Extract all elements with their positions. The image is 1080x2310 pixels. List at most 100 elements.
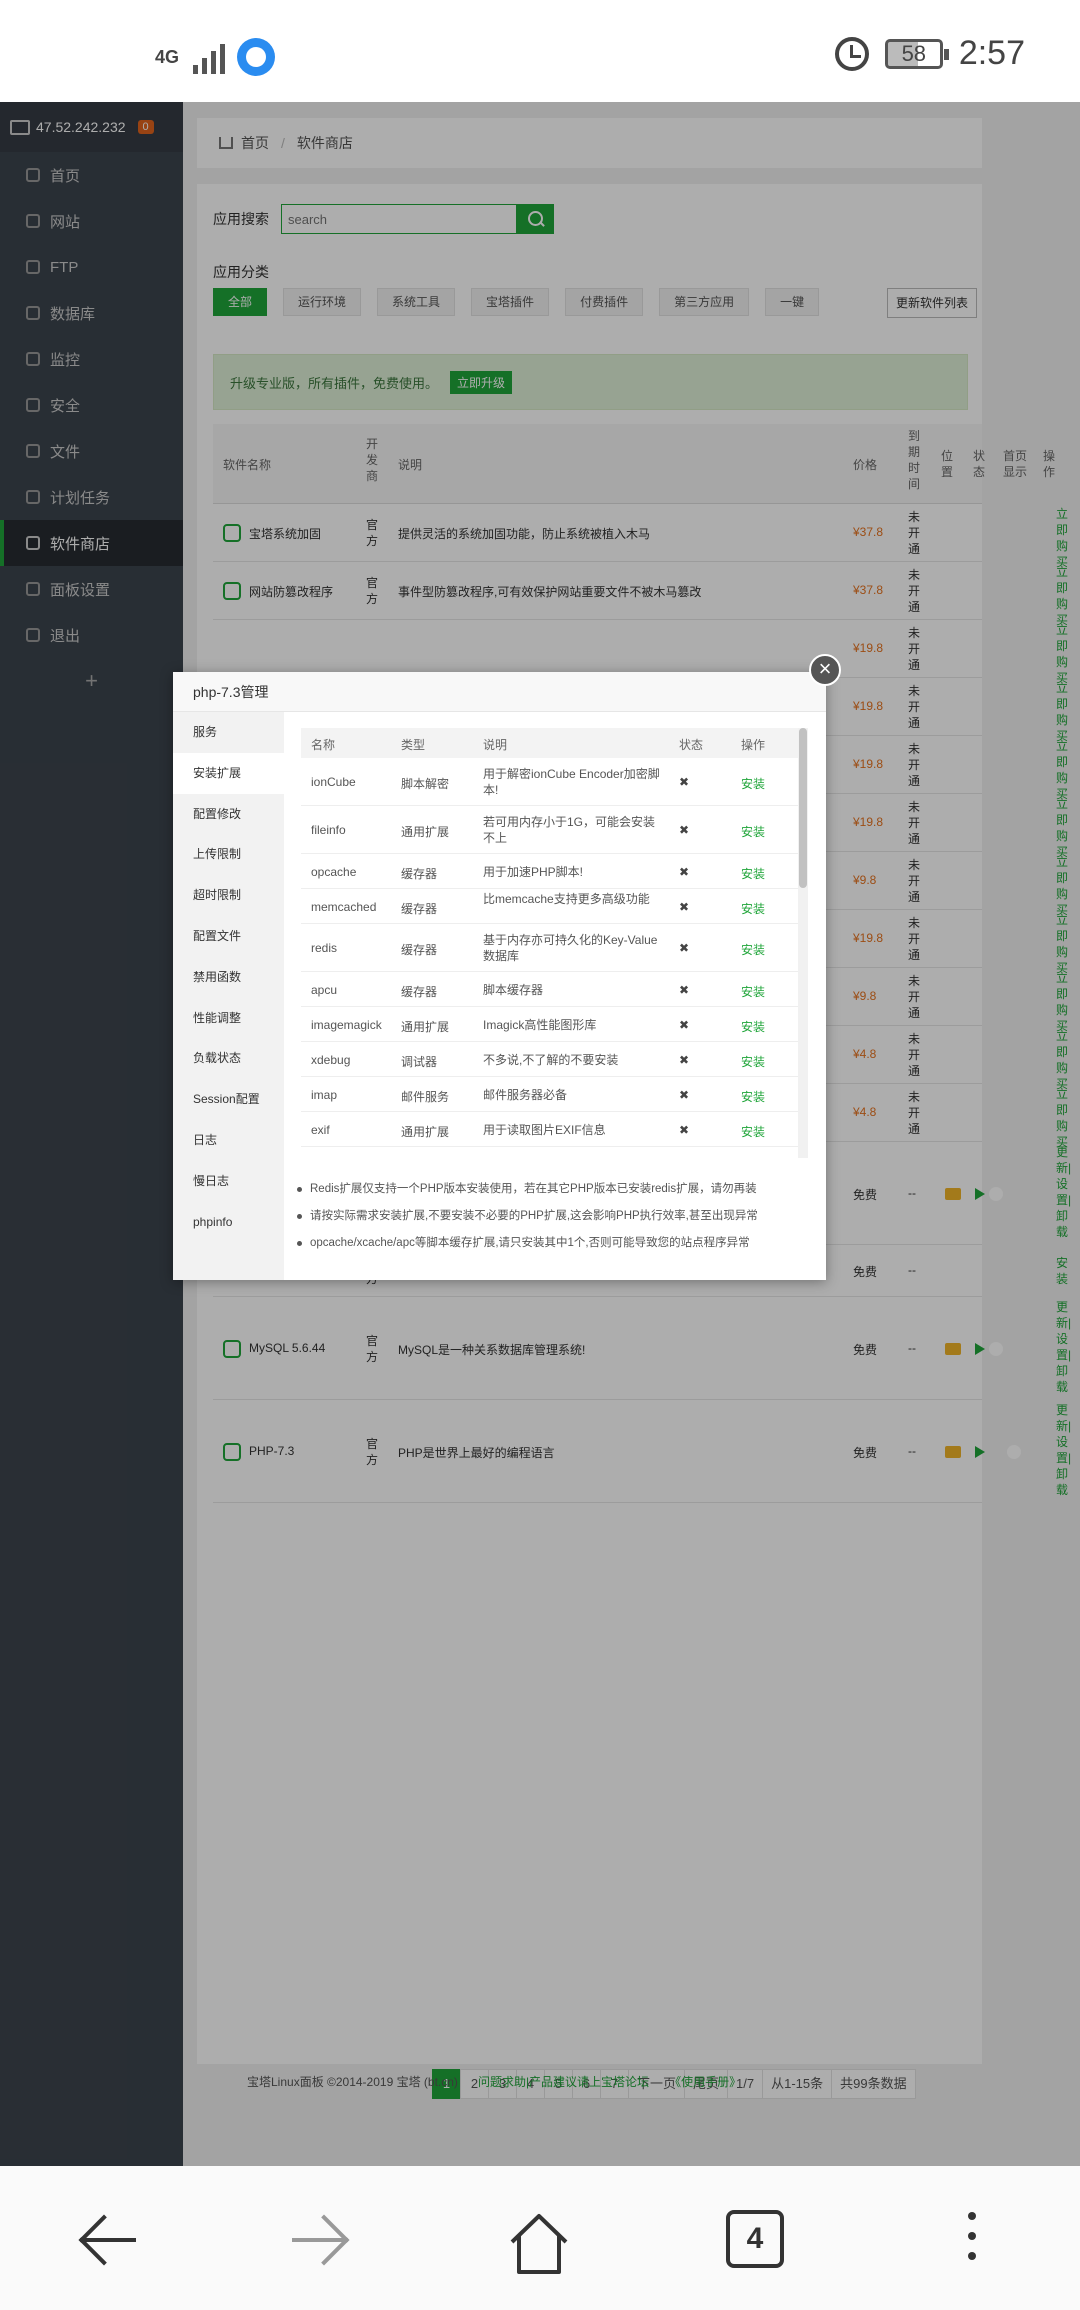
status-x-icon: ✖ [679, 1017, 690, 1032]
extension-description: 用于加速PHP脚本! [483, 864, 584, 879]
ext-header-name: 名称 [311, 738, 336, 752]
status-x-icon: ✖ [679, 775, 690, 789]
install-button[interactable]: 安装 [741, 941, 765, 958]
dialog-nav-item[interactable]: 禁用函数 [173, 957, 284, 998]
status-x-icon: ✖ [679, 823, 690, 837]
dialog-nav-item[interactable]: 配置修改 [173, 794, 284, 835]
install-button[interactable]: 安装 [741, 983, 765, 1000]
extension-description: 邮件服务器必备 [483, 1087, 568, 1102]
extension-type: 通用扩展 [401, 825, 450, 839]
extension-description: 比memcache支持更多高级功能 [483, 891, 650, 906]
install-button[interactable]: 安装 [741, 1053, 765, 1070]
install-button[interactable]: 安装 [741, 823, 765, 840]
ext-header-action: 操作 [741, 738, 766, 752]
extension-type: 缓存器 [401, 943, 438, 957]
extension-type: 通用扩展 [401, 1124, 450, 1139]
dialog-nav: 服务 安装扩展 配置修改 上传限制 超时限制 配置文件 禁用函数 性能调整 负载状态 Sessio… [173, 712, 284, 1280]
back-arrow-icon[interactable] [76, 2210, 136, 2270]
install-button[interactable]: 安装 [741, 1088, 765, 1105]
dialog-scrollbar[interactable] [798, 728, 808, 1158]
extension-row: fileinfo 通用扩展 若可用内存小于1G，可能会安装不上 ✖ 安装 [301, 806, 798, 854]
extension-type: 调试器 [401, 1054, 438, 1069]
dialog-nav-item[interactable]: 配置文件 [173, 916, 284, 957]
clock: 2:57 [958, 34, 1025, 72]
extension-table: 名称 类型 说明 状态 操作 ionCube 脚本解密 用于解密ionCube En… [301, 728, 798, 1147]
extension-name: apcu [311, 982, 338, 997]
note-item: 请按实际需求安装扩展,不要安装不必要的PHP扩展,这会影响PHP执行效率,甚至出… [297, 1203, 807, 1230]
extension-type: 缓存器 [401, 984, 438, 999]
ext-header-type: 类型 [401, 738, 426, 752]
dialog-nav-item[interactable]: 超时限制 [173, 875, 284, 916]
install-button[interactable]: 安装 [741, 865, 765, 882]
qq-browser-icon [237, 38, 275, 76]
extension-row: xdebug 调试器 不多说,不了解的不要安装 ✖ 安装 [301, 1042, 798, 1077]
dialog-nav-item[interactable]: phpinfo [173, 1202, 284, 1243]
extension-row: ionCube 脚本解密 用于解密ionCube Encoder加密脚本! ✖ 安装 [301, 758, 798, 806]
ext-header-desc: 说明 [483, 738, 508, 752]
status-x-icon: ✖ [679, 864, 690, 879]
status-x-icon: ✖ [679, 1087, 690, 1102]
extension-row: redis 缓存器 基于内存亦可持久化的Key-Value数据库 ✖ 安装 [301, 924, 798, 972]
extension-name: imap [311, 1087, 338, 1102]
home-icon[interactable] [506, 2210, 568, 2274]
tab-count: 4 [726, 2210, 784, 2268]
extension-type: 脚本解密 [401, 777, 450, 791]
extension-row: imagemagick 通用扩展 Imagick高性能图形库 ✖ 安装 [301, 1007, 798, 1042]
extension-notes: Redis扩展仅支持一个PHP版本安装使用，若在其它PHP版本已安装redis扩… [297, 1176, 807, 1257]
extension-name: fileinfo [311, 823, 346, 837]
dialog-nav-item[interactable]: 上传限制 [173, 834, 284, 875]
note-item: opcache/xcache/apc等脚本缓存扩展,请只安装其中1个,否则可能导… [297, 1230, 807, 1257]
extension-name: exif [311, 1122, 330, 1137]
extension-row: opcache 缓存器 用于加速PHP脚本! ✖ 安装 [301, 854, 798, 889]
dialog-nav-item[interactable]: 性能调整 [173, 998, 284, 1039]
extension-row: memcached 缓存器 比memcache支持更多高级功能 ✖ 安装 [301, 889, 798, 924]
status-x-icon: ✖ [679, 899, 690, 914]
extension-type: 通用扩展 [401, 1019, 450, 1034]
dialog-nav-item[interactable]: 慢日志 [173, 1161, 284, 1202]
extension-type: 缓存器 [401, 901, 438, 916]
note-item: Redis扩展仅支持一个PHP版本安装使用，若在其它PHP版本已安装redis扩… [297, 1176, 807, 1203]
install-button[interactable]: 安装 [741, 1123, 765, 1140]
extension-name: redis [311, 941, 338, 955]
extension-row: imap 邮件服务 邮件服务器必备 ✖ 安装 [301, 1077, 798, 1112]
extension-description: 用于读取图片EXIF信息 [483, 1122, 606, 1137]
battery-icon: 58 [884, 38, 949, 69]
status-x-icon: ✖ [679, 1052, 690, 1067]
extension-row: exif 通用扩展 用于读取图片EXIF信息 ✖ 安装 [301, 1112, 798, 1147]
network-type: 4G [155, 47, 180, 67]
php-manage-dialog: php-7.3管理 × 服务 安装扩展 配置修改 上传限制 超时限制 配置文件 禁用函数 性能… [173, 654, 841, 1280]
extension-name: xdebug [311, 1052, 351, 1067]
ext-header-status: 状态 [679, 738, 704, 752]
tabs-button[interactable]: 4 [726, 2210, 786, 2270]
extension-description: 若可用内存小于1G，可能会安装不上 [483, 815, 656, 845]
install-button[interactable]: 安装 [741, 1018, 765, 1035]
forward-arrow-icon[interactable] [292, 2210, 352, 2270]
dialog-nav-item[interactable]: 日志 [173, 1120, 284, 1161]
more-menu-icon[interactable] [942, 2210, 1002, 2270]
extension-type: 邮件服务 [401, 1089, 450, 1104]
alarm-icon [834, 36, 869, 71]
install-button[interactable]: 安装 [741, 900, 765, 917]
extension-name: imagemagick [311, 1017, 382, 1032]
extension-description: 不多说,不了解的不要安装 [483, 1052, 619, 1067]
close-icon[interactable]: × [809, 654, 841, 686]
dialog-nav-item[interactable]: Session配置 [173, 1079, 284, 1120]
status-x-icon: ✖ [679, 941, 690, 955]
status-bar: 4G 58 2:57 [0, 0, 1080, 102]
status-x-icon: ✖ [679, 982, 690, 997]
extension-type: 缓存器 [401, 866, 438, 881]
extension-description: 脚本缓存器 [483, 982, 544, 997]
dialog-title: php-7.3管理 [173, 672, 826, 712]
dialog-nav-item[interactable]: 安装扩展 [173, 752, 284, 794]
extension-name: memcached [311, 899, 377, 914]
dialog-nav-item[interactable]: 负载状态 [173, 1038, 284, 1079]
extension-description: 用于解密ionCube Encoder加密脚本! [483, 767, 660, 797]
browser-bottom-bar: 4 [0, 2166, 1080, 2310]
extension-name: ionCube [311, 775, 356, 789]
dialog-nav-item[interactable]: 服务 [173, 712, 284, 753]
extension-description: Imagick高性能图形库 [483, 1017, 597, 1032]
extension-table-header: 名称 类型 说明 状态 操作 [301, 728, 798, 758]
signal-icon [193, 40, 225, 74]
install-button[interactable]: 安装 [741, 775, 765, 792]
extension-row: apcu 缓存器 脚本缓存器 ✖ 安装 [301, 972, 798, 1007]
